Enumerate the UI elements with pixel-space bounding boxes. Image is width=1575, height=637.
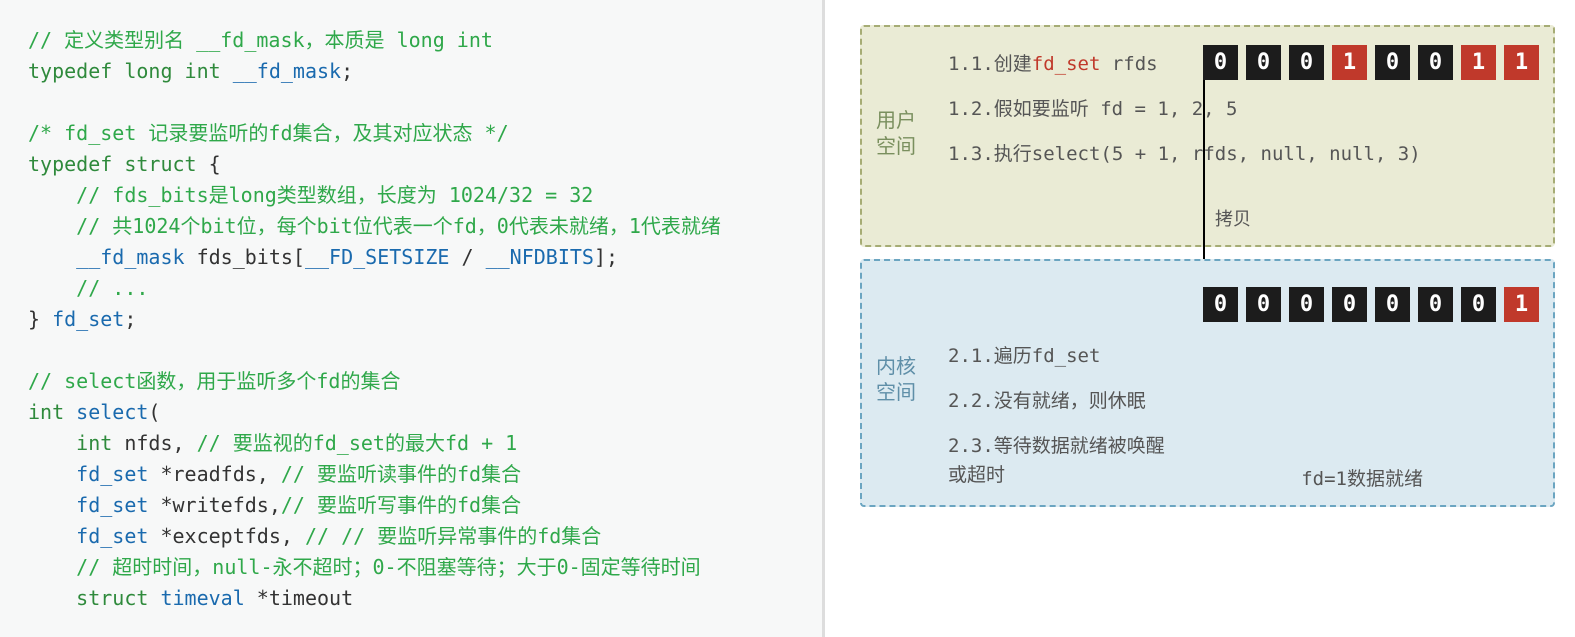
bit-cell: 0 bbox=[1289, 287, 1324, 322]
user-space-box: 用户空间 1.1.创建fd_set rfds 1.2.假如要监听 fd = 1,… bbox=[860, 25, 1555, 247]
code-comment: // 共1024个bit位，每个bit位代表一个fd，0代表未就绪，1代表就绪 bbox=[28, 214, 721, 238]
bit-cell: 0 bbox=[1375, 45, 1410, 80]
bit-cell: 0 bbox=[1203, 45, 1238, 80]
bit-cell: 0 bbox=[1332, 287, 1367, 322]
code-comment: // ... bbox=[28, 276, 148, 300]
user-space-label: 用户空间 bbox=[876, 107, 916, 159]
bit-cell: 0 bbox=[1461, 287, 1496, 322]
bit-cell: 1 bbox=[1461, 45, 1496, 80]
code-comment: // 定义类型别名 __fd_mask，本质是 long int bbox=[28, 28, 493, 52]
kw-struct: struct bbox=[124, 152, 196, 176]
bit-cell: 0 bbox=[1418, 287, 1453, 322]
code-comment: // select函数，用于监听多个fd的集合 bbox=[28, 369, 400, 393]
step-1-3: 1.3.执行select(5 + 1, rfds, null, null, 3) bbox=[948, 139, 1535, 166]
kernel-space-label: 内核空间 bbox=[876, 353, 916, 405]
code-comment: // fds_bits是long类型数组，长度为 1024/32 = 32 bbox=[28, 183, 593, 207]
fn-select: select bbox=[76, 400, 148, 424]
arrow-down-icon bbox=[1203, 80, 1205, 280]
id-fdset: fd_set bbox=[52, 307, 124, 331]
id-fdmask: __fd_mask bbox=[233, 59, 341, 83]
diagram-panel: 用户空间 1.1.创建fd_set rfds 1.2.假如要监听 fd = 1,… bbox=[825, 0, 1575, 637]
step-2-2: 2.2.没有就绪，则休眠 bbox=[948, 386, 1535, 413]
bit-cell: 1 bbox=[1332, 45, 1367, 80]
id-fdmask: __fd_mask bbox=[28, 245, 185, 269]
kernel-space-box: 内核空间 00000001 2.1.遍历fd_set 2.2.没有就绪，则休眠 … bbox=[860, 259, 1555, 507]
fd-ready-label: fd=1数据就绪 bbox=[1301, 464, 1423, 491]
step-2-1: 2.1.遍历fd_set bbox=[948, 341, 1535, 368]
type-longint: long int bbox=[124, 59, 220, 83]
step-2-3b: 或超时 bbox=[948, 460, 1535, 487]
kw-typedef: typedef bbox=[28, 152, 112, 176]
bit-cell: 1 bbox=[1504, 45, 1539, 80]
bit-cell: 0 bbox=[1203, 287, 1238, 322]
kw-typedef: typedef bbox=[28, 59, 112, 83]
bit-cell: 0 bbox=[1246, 45, 1281, 80]
copy-label: 拷贝 bbox=[1215, 205, 1251, 231]
bit-cell: 0 bbox=[1246, 287, 1281, 322]
step-1-2: 1.2.假如要监听 fd = 1, 2, 5 bbox=[948, 94, 1535, 121]
bit-cell: 0 bbox=[1289, 45, 1324, 80]
kernel-bits-row: 00000001 bbox=[1203, 287, 1539, 322]
user-bits-row: 00010011 bbox=[1203, 45, 1539, 80]
type-int: int bbox=[28, 400, 64, 424]
bit-cell: 0 bbox=[1418, 45, 1453, 80]
code-panel: // 定义类型别名 __fd_mask，本质是 long int typedef… bbox=[0, 0, 825, 637]
bit-cell: 0 bbox=[1375, 287, 1410, 322]
code-comment: /* fd_set 记录要监听的fd集合，及其对应状态 */ bbox=[28, 121, 509, 145]
bit-cell: 1 bbox=[1504, 287, 1539, 322]
step-2-3: 2.3.等待数据就绪被唤醒 bbox=[948, 431, 1535, 458]
